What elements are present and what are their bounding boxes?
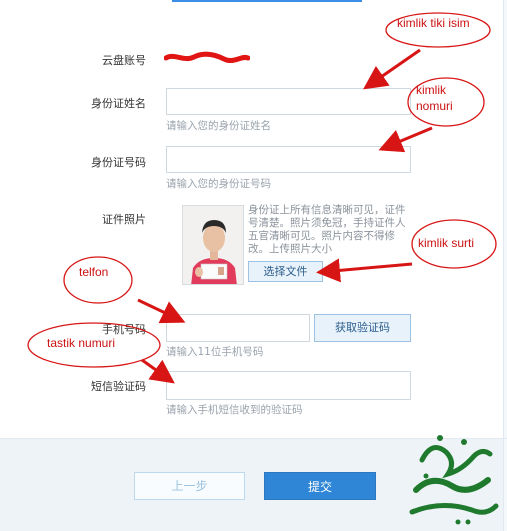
annotation-photo-text: kimlik surti bbox=[418, 236, 474, 250]
active-tab-indicator bbox=[172, 0, 362, 2]
sms-hint: 请输入手机短信收到的验证码 bbox=[166, 404, 303, 416]
annotation-id-text-1: kimlik bbox=[416, 83, 446, 97]
id-number-input[interactable] bbox=[166, 146, 411, 173]
phone-label: 手机号码 bbox=[102, 323, 146, 336]
account-label: 云盘账号 bbox=[102, 54, 146, 67]
person-holding-id-icon bbox=[183, 206, 243, 284]
sms-label: 短信验证码 bbox=[91, 380, 146, 393]
name-input[interactable] bbox=[166, 88, 411, 115]
previous-step-button[interactable]: 上一步 bbox=[134, 472, 245, 500]
annotation-id-text-2: nomuri bbox=[416, 99, 453, 113]
submit-button[interactable]: 提交 bbox=[264, 472, 376, 500]
name-hint: 请输入您的身份证姓名 bbox=[166, 120, 271, 132]
annotation-phone-text: telfon bbox=[79, 265, 109, 279]
calligraphy-logo bbox=[409, 435, 499, 525]
photo-requirements: 身份证上所有信息清晰可见，证件号清楚。照片须免冠，手持证件人五官清晰可见。照片内… bbox=[248, 204, 406, 255]
get-code-button[interactable]: 获取验证码 bbox=[314, 314, 411, 342]
annotation-name-text: kimlik tiki isim bbox=[397, 16, 470, 30]
id-hint: 请输入您的身份证号码 bbox=[166, 178, 271, 190]
name-label: 身份证姓名 bbox=[91, 97, 146, 110]
phone-input[interactable] bbox=[166, 314, 310, 342]
phone-hint: 请输入11位手机号码 bbox=[166, 346, 264, 358]
id-label: 身份证号码 bbox=[91, 156, 146, 169]
redaction-scribble bbox=[164, 51, 250, 64]
photo-label: 证件照片 bbox=[102, 213, 146, 226]
annotation-sms-text: tastik numuri bbox=[47, 336, 116, 350]
id-photo-sample bbox=[182, 205, 244, 285]
sms-code-input[interactable] bbox=[166, 371, 411, 400]
choose-file-button[interactable]: 选择文件 bbox=[248, 261, 323, 282]
